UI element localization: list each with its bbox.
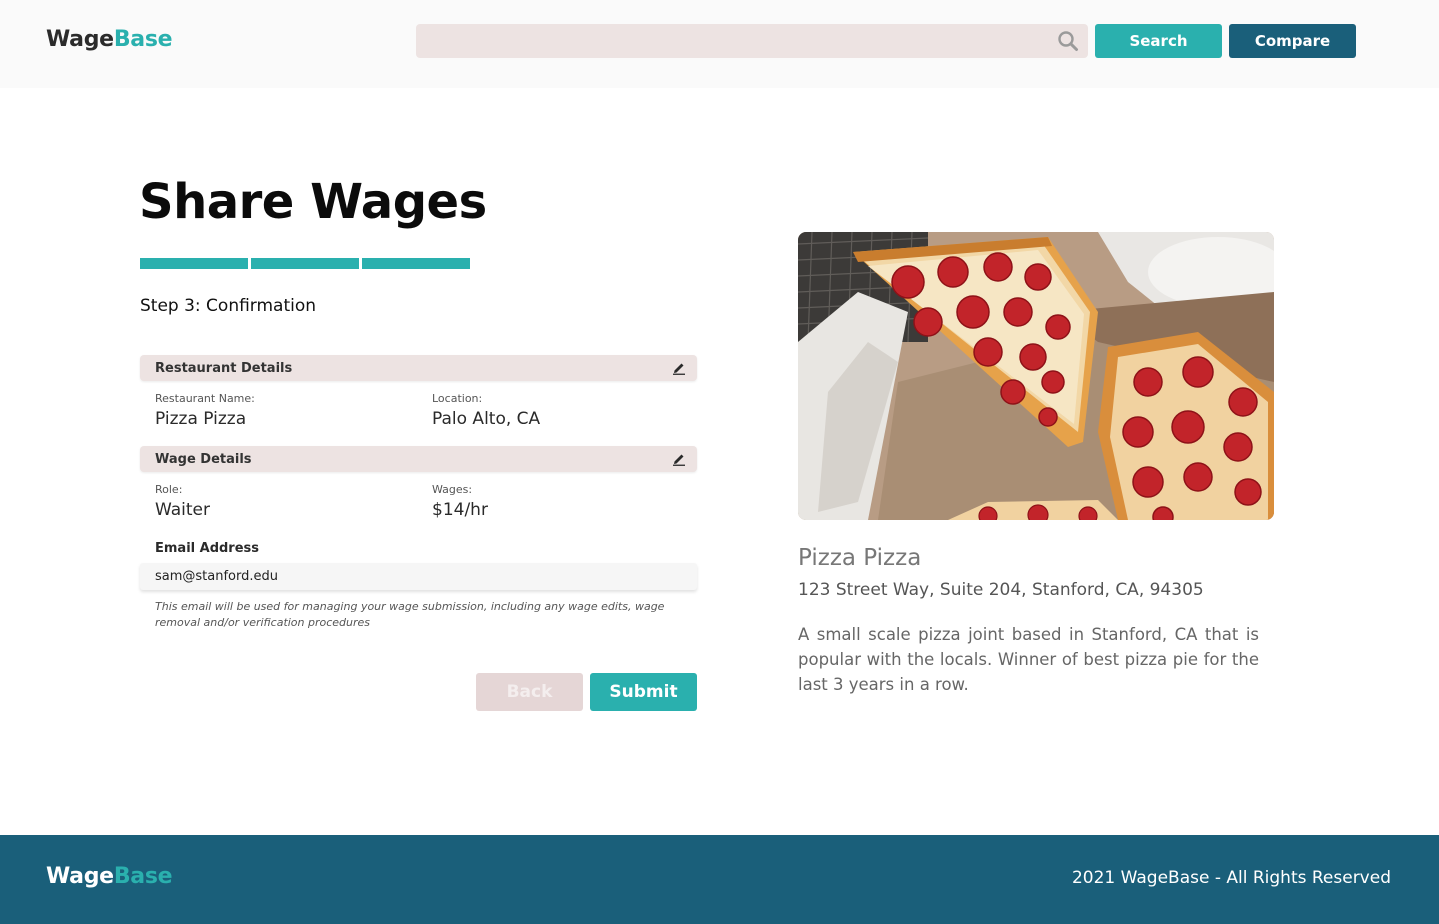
edit-restaurant-icon[interactable] <box>672 361 686 375</box>
wages-value: $14/hr <box>432 500 488 520</box>
pizza-image <box>798 232 1274 520</box>
email-field[interactable] <box>140 563 697 590</box>
progress-bar <box>140 258 470 269</box>
search-button[interactable]: Search <box>1095 24 1222 58</box>
step-label: Step 3: Confirmation <box>140 296 317 316</box>
location-value: Palo Alto, CA <box>432 409 541 429</box>
footer-logo[interactable]: WageBase <box>46 864 173 889</box>
restaurant-title: Pizza Pizza <box>798 545 922 571</box>
compare-button[interactable]: Compare <box>1229 24 1356 58</box>
page-title: Share Wages <box>139 174 487 230</box>
restaurant-description: A small scale pizza joint based in Stanf… <box>798 625 1259 694</box>
wage-details-title: Wage Details <box>155 451 252 467</box>
progress-step-2 <box>251 258 359 269</box>
back-button[interactable]: Back <box>476 673 583 711</box>
edit-wage-icon[interactable] <box>672 452 686 466</box>
role-label: Role: <box>155 483 183 496</box>
header-logo[interactable]: WageBase <box>46 27 173 52</box>
restaurant-details-title: Restaurant Details <box>155 360 293 376</box>
logo-base-text: Base <box>113 27 173 52</box>
logo-wage-text: Wage <box>46 27 114 52</box>
role-value: Waiter <box>155 500 210 520</box>
search-icon[interactable] <box>1057 30 1079 52</box>
footer: WageBase 2021 WageBase - All Rights Rese… <box>0 835 1439 924</box>
restaurant-details-header: Restaurant Details <box>140 355 697 381</box>
footer-logo-wage-text: Wage <box>46 864 114 889</box>
footer-logo-base-text: Base <box>113 864 173 889</box>
location-label: Location: <box>432 392 483 405</box>
copyright-text: 2021 WageBase - All Rights Reserved <box>1071 868 1391 888</box>
search-input[interactable] <box>416 24 1088 58</box>
progress-step-1 <box>140 258 248 269</box>
restaurant-photo <box>798 232 1274 520</box>
restaurant-name-label: Restaurant Name: <box>155 392 255 405</box>
email-label: Email Address <box>155 541 260 556</box>
progress-step-3 <box>362 258 470 269</box>
submit-button[interactable]: Submit <box>590 673 697 711</box>
top-header: WageBase Search Compare <box>0 0 1439 88</box>
wages-label: Wages: <box>432 483 473 496</box>
wage-details-header: Wage Details <box>140 446 697 472</box>
restaurant-name-value: Pizza Pizza <box>155 409 247 429</box>
email-note: This email will be used for managing you… <box>155 600 665 629</box>
restaurant-address: 123 Street Way, Suite 204, Stanford, CA,… <box>798 580 1204 600</box>
